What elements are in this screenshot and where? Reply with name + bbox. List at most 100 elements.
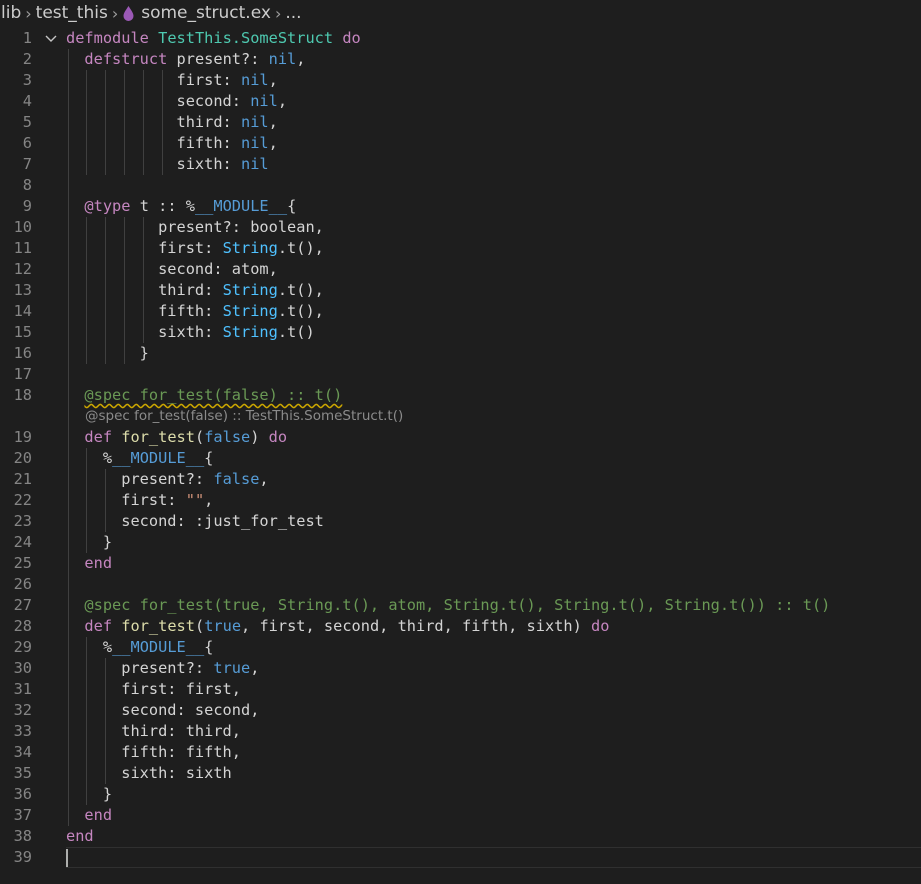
- code-line[interactable]: 39: [0, 847, 921, 868]
- code-line[interactable]: 18 @spec for_test(false) :: t(): [0, 385, 921, 406]
- code-token: third:: [66, 113, 241, 131]
- code-token: nil: [250, 92, 278, 110]
- code-line[interactable]: 11 first: String.t(),: [0, 238, 921, 259]
- code-token: t :: %: [130, 197, 195, 215]
- code-line[interactable]: 4 second: nil,: [0, 91, 921, 112]
- line-number: 27: [13, 596, 32, 614]
- code-line[interactable]: 32 second: second,: [0, 700, 921, 721]
- code-text: third: nil,: [66, 112, 278, 133]
- code-token: first:: [66, 491, 186, 509]
- line-number: 7: [22, 155, 32, 173]
- code-token: nil: [240, 113, 269, 131]
- code-line[interactable]: 30 present?: true,: [0, 658, 921, 679]
- chevron-down-icon[interactable]: [44, 28, 58, 49]
- code-text: first: nil,: [66, 70, 278, 91]
- line-number: 34: [13, 743, 32, 761]
- code-line[interactable]: 21 present?: false,: [0, 469, 921, 490]
- code-line[interactable]: 36 }: [0, 784, 921, 805]
- code-token: String: [222, 302, 278, 320]
- line-number: 18: [13, 386, 32, 404]
- code-token: do: [342, 29, 361, 47]
- code-token: first:: [66, 71, 241, 89]
- line-number: 16: [13, 344, 32, 362]
- line-number: 30: [13, 659, 32, 677]
- code-line[interactable]: 7 sixth: nil: [0, 154, 921, 175]
- code-line[interactable]: 37 end: [0, 805, 921, 826]
- breadcrumb-folder-test-this[interactable]: test_this: [35, 3, 109, 23]
- code-text: fifth: nil,: [66, 133, 278, 154]
- code-text: @spec for_test(false) :: t(): [66, 385, 342, 406]
- code-editor[interactable]: 1 defmodule TestThis.SomeStruct do 2 defst…: [0, 28, 921, 868]
- code-text: sixth: String.t(): [66, 322, 315, 343]
- code-line[interactable]: 1 defmodule TestThis.SomeStruct do: [0, 28, 921, 49]
- line-number: 6: [22, 134, 32, 152]
- line-number: 17: [13, 365, 32, 383]
- line-number: 32: [13, 701, 32, 719]
- code-token: ): [250, 428, 269, 446]
- code-token: fifth:: [66, 134, 241, 152]
- code-token: end: [84, 806, 113, 824]
- code-line[interactable]: 33 third: third,: [0, 721, 921, 742]
- code-line[interactable]: 12 second: atom,: [0, 259, 921, 280]
- line-number: 28: [13, 617, 32, 635]
- code-line[interactable]: 35 sixth: sixth: [0, 763, 921, 784]
- code-line[interactable]: 16 }: [0, 343, 921, 364]
- code-text: fifth: fifth,: [66, 742, 241, 763]
- code-line[interactable]: 23 second: :just_for_test: [0, 511, 921, 532]
- code-token: def: [84, 617, 113, 635]
- line-number: 15: [13, 323, 32, 341]
- breadcrumb-symbols[interactable]: ...: [284, 3, 302, 23]
- line-number: 20: [13, 449, 32, 467]
- code-line[interactable]: 10 present?: boolean,: [0, 217, 921, 238]
- code-line[interactable]: 19 def for_test(false) do: [0, 427, 921, 448]
- code-line[interactable]: 38 end: [0, 826, 921, 847]
- code-line[interactable]: 15 sixth: String.t(): [0, 322, 921, 343]
- chevron-right-icon: ›: [274, 3, 282, 23]
- code-line[interactable]: 9 @type t :: %__MODULE__{: [0, 196, 921, 217]
- code-token: present?:: [167, 50, 269, 68]
- code-line[interactable]: 26: [0, 574, 921, 595]
- code-line[interactable]: 28 def for_test(true, first, second, thi…: [0, 616, 921, 637]
- line-number: 38: [13, 827, 32, 845]
- code-token: ,: [250, 659, 260, 677]
- code-line[interactable]: 6 fifth: nil,: [0, 133, 921, 154]
- code-token: nil: [268, 50, 297, 68]
- code-line[interactable]: 22 first: "",: [0, 490, 921, 511]
- code-token: true: [213, 659, 251, 677]
- line-number: 10: [13, 218, 32, 236]
- code-line[interactable]: 27 @spec for_test(true, String.t(), atom…: [0, 595, 921, 616]
- code-token: for_test: [121, 617, 195, 635]
- code-line[interactable]: 31 first: first,: [0, 679, 921, 700]
- code-line[interactable]: 20 %__MODULE__{: [0, 448, 921, 469]
- code-line[interactable]: 25 end: [0, 553, 921, 574]
- line-number: 29: [13, 638, 32, 656]
- breadcrumb: lib › test_this › some_struct.ex › ...: [0, 0, 921, 26]
- code-line[interactable]: 34 fifth: fifth,: [0, 742, 921, 763]
- code-text: present?: false,: [66, 469, 268, 490]
- code-text: %__MODULE__{: [66, 637, 214, 658]
- code-text: @type t :: %__MODULE__{: [66, 196, 296, 217]
- code-line[interactable]: 29 %__MODULE__{: [0, 637, 921, 658]
- code-token: .t(): [277, 323, 315, 341]
- code-token: @type: [84, 197, 131, 215]
- chevron-right-icon: ›: [25, 3, 32, 23]
- code-token: second: atom,: [66, 260, 278, 278]
- code-token: for_test: [121, 428, 195, 446]
- code-token: (: [194, 428, 205, 446]
- code-token: ,: [268, 71, 278, 89]
- code-line[interactable]: 5 third: nil,: [0, 112, 921, 133]
- code-line[interactable]: 3 first: nil,: [0, 70, 921, 91]
- code-token: end: [66, 827, 94, 845]
- code-line[interactable]: 8: [0, 175, 921, 196]
- code-line[interactable]: 14 fifth: String.t(),: [0, 301, 921, 322]
- code-line[interactable]: 24 }: [0, 532, 921, 553]
- code-text: sixth: sixth: [66, 763, 232, 784]
- code-line[interactable]: 13 third: String.t(),: [0, 280, 921, 301]
- inlay-spec-hint[interactable]: @spec for_test(false) :: TestThis.SomeSt…: [85, 408, 403, 424]
- breadcrumb-file[interactable]: some_struct.ex: [140, 3, 272, 23]
- code-text: second: nil,: [66, 91, 288, 112]
- breadcrumb-folder-lib[interactable]: lib: [0, 3, 22, 23]
- code-line[interactable]: 2 defstruct present?: nil,: [0, 49, 921, 70]
- code-line[interactable]: 17: [0, 364, 921, 385]
